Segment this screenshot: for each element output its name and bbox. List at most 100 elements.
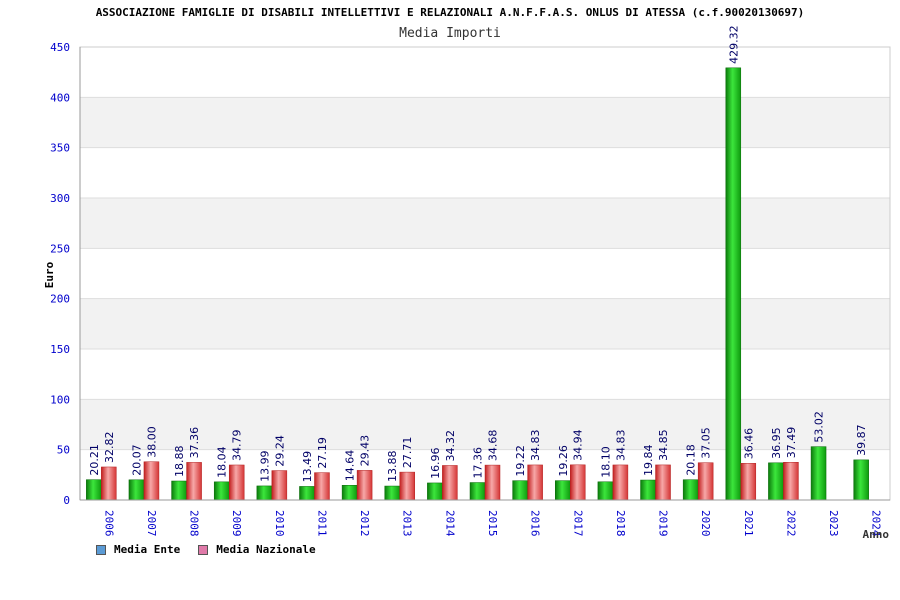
bar-media-nazionale <box>143 461 160 501</box>
x-tick-label: 2020 <box>699 510 712 537</box>
bar-media-ente <box>171 480 187 501</box>
value-label-nazionale: 34.68 <box>487 430 500 462</box>
bar-media-ente <box>597 481 614 501</box>
bar-media-ente <box>427 482 443 501</box>
value-label-nazionale: 37.36 <box>188 427 201 459</box>
x-tick-label: 2022 <box>784 510 797 537</box>
y-axis-label: Euro <box>43 261 56 288</box>
x-axis-label: Anno <box>863 528 890 541</box>
value-label-nazionale: 27.71 <box>401 437 414 469</box>
x-tick-label: 2023 <box>827 510 840 537</box>
x-tick-label: 2017 <box>571 510 584 537</box>
x-tick-label: 2021 <box>742 510 755 537</box>
bar-media-ente <box>256 485 273 501</box>
value-label-ente: 20.07 <box>130 444 143 476</box>
bar-media-ente <box>86 479 102 501</box>
grid-band <box>80 198 890 249</box>
value-label-ente: 18.10 <box>599 446 612 478</box>
bar-media-ente <box>384 485 400 501</box>
bar-media-ente <box>810 446 827 501</box>
x-tick-label: 2011 <box>315 510 328 537</box>
value-label-ente: 53.02 <box>813 411 826 443</box>
x-tick-label: 2014 <box>443 510 456 537</box>
y-tick-label: 200 <box>50 293 70 306</box>
bar-media-ente <box>512 480 528 501</box>
bar-media-nazionale <box>101 466 117 501</box>
bar-media-ente <box>682 479 699 501</box>
value-label-ente: 13.49 <box>301 451 314 483</box>
bar-media-nazionale <box>783 462 799 501</box>
bar-media-nazionale <box>399 471 415 501</box>
bar-media-ente <box>640 479 656 501</box>
grid-band <box>80 298 890 349</box>
value-label-nazionale: 36.46 <box>742 428 755 460</box>
value-label-ente: 19.26 <box>557 445 570 477</box>
value-label-ente: 19.84 <box>642 445 655 477</box>
x-tick-label: 2018 <box>614 510 627 537</box>
y-tick-label: 450 <box>50 41 70 54</box>
value-label-nazionale: 29.43 <box>359 435 372 467</box>
x-tick-label: 2008 <box>188 510 201 537</box>
legend-label-nazionale: Media Nazionale <box>216 543 316 556</box>
y-tick-label: 300 <box>50 192 70 205</box>
x-tick-label: 2015 <box>486 510 499 537</box>
value-label-nazionale: 34.32 <box>444 430 457 462</box>
value-label-ente: 429.32 <box>727 25 740 64</box>
y-tick-label: 400 <box>50 91 70 104</box>
grid <box>80 46 890 501</box>
value-label-ente: 19.22 <box>514 445 527 477</box>
y-tick-label: 250 <box>50 242 70 255</box>
value-label-ente: 16.96 <box>429 447 442 479</box>
x-tick-label: 2016 <box>529 510 542 537</box>
bar-media-nazionale <box>271 470 288 501</box>
x-tick-label: 2010 <box>273 510 286 537</box>
legend-swatch-ente <box>96 544 106 555</box>
bar-media-nazionale <box>655 464 671 501</box>
bar-media-nazionale <box>314 472 330 501</box>
bar-media-ente <box>299 486 315 501</box>
value-label-nazionale: 29.24 <box>273 435 286 467</box>
x-tick-label: 2006 <box>102 510 115 537</box>
value-label-nazionale: 34.83 <box>614 429 627 461</box>
y-tick-label: 350 <box>50 142 70 155</box>
bar-media-nazionale <box>442 465 458 501</box>
bar-media-ente <box>555 480 571 501</box>
value-label-ente: 17.36 <box>472 447 485 479</box>
x-tick-label: 2019 <box>657 510 670 537</box>
x-tick-label: 2012 <box>358 510 371 537</box>
bar-media-nazionale <box>697 462 714 501</box>
value-label-nazionale: 34.94 <box>572 429 585 461</box>
legend: Media Ente Media Nazionale <box>96 543 334 556</box>
value-label-ente: 18.88 <box>173 445 186 477</box>
bar-media-ente <box>341 485 358 501</box>
bar-media-ente <box>853 459 869 501</box>
y-tick-label: 50 <box>57 444 70 457</box>
x-tick-label: 2013 <box>401 510 414 537</box>
grid-band <box>80 97 890 148</box>
legend-item-ente: Media Ente <box>96 543 180 556</box>
bar-media-ente <box>768 462 784 501</box>
y-tick-label: 150 <box>50 343 70 356</box>
value-label-ente: 13.99 <box>258 450 271 482</box>
y-tick-label: 100 <box>50 393 70 406</box>
x-tick-label: 2007 <box>145 510 158 537</box>
value-label-ente: 39.87 <box>855 424 868 456</box>
legend-item-nazionale: Media Nazionale <box>198 543 316 556</box>
bar-chart: 0 50 100 150 200 250 300 350 400 450 2006 2007 2008 2… <box>43 25 891 541</box>
grid-band <box>80 399 890 450</box>
bar-media-nazionale <box>612 464 629 501</box>
value-label-nazionale: 38.00 <box>145 426 158 458</box>
value-label-nazionale: 37.05 <box>700 427 713 459</box>
value-label-ente: 18.04 <box>216 446 229 478</box>
bar-media-ente <box>128 479 145 501</box>
value-label-nazionale: 34.85 <box>657 429 670 461</box>
value-label-nazionale: 37.49 <box>785 427 798 459</box>
bar-media-nazionale <box>570 464 586 501</box>
legend-label-ente: Media Ente <box>114 543 181 556</box>
value-label-nazionale: 27.19 <box>316 437 329 469</box>
value-label-nazionale: 34.83 <box>529 429 542 461</box>
bar-media-nazionale <box>228 464 245 501</box>
bar-media-nazionale <box>740 463 757 501</box>
y-tick-label: 0 <box>63 494 70 507</box>
bar-media-nazionale <box>186 462 202 501</box>
